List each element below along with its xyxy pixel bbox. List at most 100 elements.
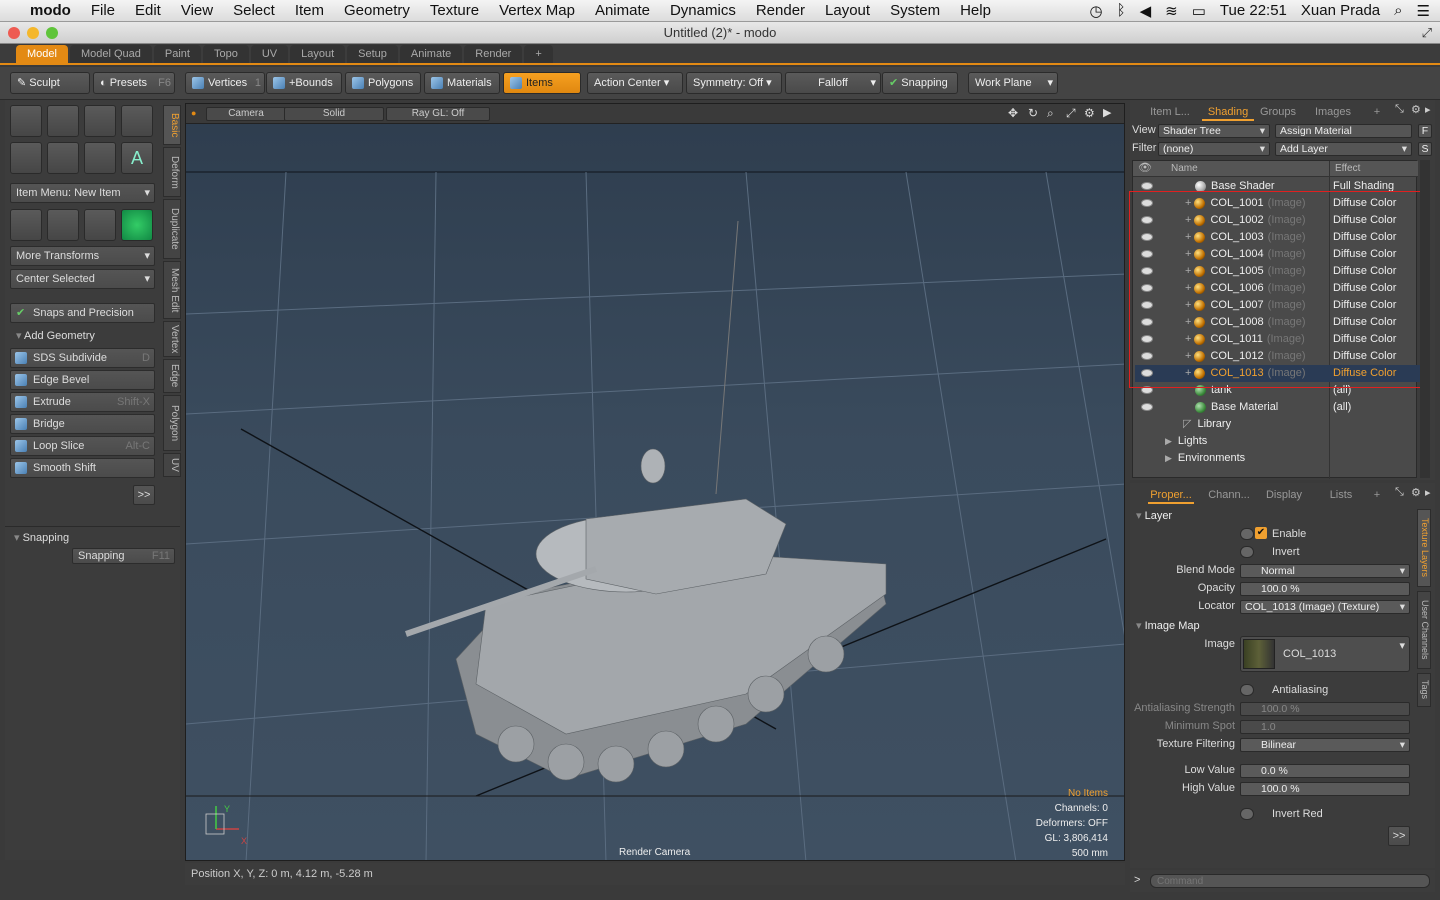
locator-icon[interactable] [10,142,42,174]
tool-edge-bevel[interactable]: Edge Bevel [10,370,155,390]
menu-texture[interactable]: Texture [420,2,489,19]
popout-icon[interactable]: ⤡ [1395,486,1404,499]
antialiasing-toggle[interactable] [1240,684,1254,696]
props-tab-2[interactable]: Display [1262,486,1306,504]
materials-button[interactable]: Materials [424,72,500,94]
more-tools-button[interactable]: >> [133,485,155,505]
layer-section[interactable]: ▾ Layer [1136,509,1172,522]
menubar-user[interactable]: Xuan Prada [1301,2,1380,19]
locator-dropdown[interactable]: COL_1013 (Image) (Texture) [1240,600,1410,614]
min-spot-field[interactable]: 1.0 [1240,720,1410,734]
invert-red-toggle[interactable] [1240,808,1254,820]
shader-row[interactable]: ▶ Environments [1135,450,1420,467]
side-tab-texture-layers[interactable]: Texture Layers [1417,509,1431,587]
vtab-deform[interactable]: Deform [163,147,181,197]
shading-dropdown[interactable]: Solid [284,107,384,121]
props-tab-3[interactable]: Lists [1318,486,1364,504]
transform-icon[interactable] [10,209,42,241]
snapping-toggle-button[interactable]: Snapping F11 [72,548,175,564]
menu-render[interactable]: Render [746,2,815,19]
vtab-polygon[interactable]: Polygon [163,395,181,451]
cone-primitive-icon[interactable] [121,105,153,137]
rotate-icon[interactable]: ↻ [1028,106,1038,120]
shader-tab-0[interactable]: Item L... [1150,103,1190,121]
close-button[interactable] [8,27,20,39]
tab-layout[interactable]: Layout [290,45,346,63]
filter-dropdown[interactable]: (none) [1158,142,1270,156]
invert-toggle[interactable] [1240,546,1254,558]
globe-icon[interactable] [121,209,153,241]
shader-tab-1[interactable]: Shading [1202,103,1254,121]
menu-item[interactable]: Item [285,2,334,19]
polygons-button[interactable]: Polygons [345,72,421,94]
tab-model[interactable]: Model [16,45,68,63]
more-transforms-dropdown[interactable]: More Transforms [10,246,155,266]
assign-shortcut[interactable]: F [1418,124,1432,138]
snapping-header[interactable]: ▾ Snapping [10,530,175,546]
props-tab-0[interactable]: Proper... [1148,486,1194,504]
tab-render[interactable]: Render [464,45,523,63]
tree-scrollbar[interactable] [1420,160,1430,478]
command-input[interactable] [1150,874,1430,888]
menu-app[interactable]: modo [20,2,81,19]
shader-row[interactable]: ◸ Library [1135,416,1420,433]
spotlight-icon[interactable]: ⌕ [1394,2,1402,19]
sphere-primitive-icon[interactable] [47,105,79,137]
expand-arrow-icon[interactable]: ▶ [1165,436,1172,446]
more-props-button[interactable]: >> [1388,826,1410,846]
tab-animate[interactable]: Animate [399,45,463,63]
cube-primitive-icon[interactable] [10,105,42,137]
tab-topo[interactable]: Topo [202,45,249,63]
camera-dropdown[interactable]: Camera [206,107,286,121]
blend-mode-dropdown[interactable]: Normal [1240,564,1410,578]
cylinder-primitive-icon[interactable] [84,105,116,137]
enable-toggle[interactable] [1240,528,1254,540]
minimize-button[interactable] [27,27,39,39]
tab-paint[interactable]: Paint [153,45,201,63]
play-icon[interactable]: ▸ [1425,103,1431,116]
side-tab-user-channels[interactable]: User Channels [1417,591,1431,669]
vertices-button[interactable]: Vertices 1 [185,72,265,94]
view-dropdown[interactable]: Shader Tree [1158,124,1270,138]
vtab-mesh-edit[interactable]: Mesh Edit [163,261,181,319]
work-plane-dropdown[interactable]: Work Plane ▾ [968,72,1058,94]
side-tab-tags[interactable]: Tags [1417,673,1431,707]
tab-add[interactable]: + [524,45,553,63]
play-icon[interactable]: ▶ [1103,106,1111,119]
assign-material-button[interactable]: Assign Material [1275,124,1412,138]
vtab-edge[interactable]: Edge [163,359,181,393]
maximize-icon[interactable]: ⤢ [1066,106,1076,121]
3d-viewport[interactable]: ● Camera Solid Ray GL: Off ✥ ↻ ⌕ ⤢ ⚙ ▶ Y… [185,103,1125,861]
volume-icon[interactable]: ◀ [1140,2,1152,20]
item-menu-dropdown[interactable]: Item Menu: New Item [10,183,155,203]
props-tab-4[interactable]: + [1370,486,1384,504]
zoom-icon[interactable]: ⌕ [1047,106,1054,121]
add-layer-shortcut[interactable]: S [1418,142,1432,156]
bluetooth-icon[interactable]: ᛒ [1117,2,1126,19]
sculpt-button[interactable]: ✎ Sculpt [10,72,90,94]
raygl-dropdown[interactable]: Ray GL: Off [386,107,490,121]
tool-smooth-shift[interactable]: Smooth Shift [10,458,155,478]
menu-select[interactable]: Select [223,2,285,19]
snaps-precision-button[interactable]: ✔ Snaps and Precision [10,303,155,323]
add-geometry-header[interactable]: ▾ Add Geometry [10,327,155,345]
tab-setup[interactable]: Setup [347,45,398,63]
battery-icon[interactable]: ▭ [1192,2,1206,20]
tab-uv[interactable]: UV [250,45,289,63]
shader-tab-3[interactable]: Images [1308,103,1358,121]
vtab-basic[interactable]: Basic [163,105,181,145]
menubar-clock[interactable]: Tue 22:51 [1220,2,1287,19]
action-center-dropdown[interactable]: Action Center ▾ [587,72,683,94]
checkbox-checked-icon[interactable]: ✔ [1255,527,1267,539]
snapping-button[interactable]: ✔ Snapping [882,72,958,94]
gear-icon[interactable]: ⚙ [1411,486,1421,499]
visibility-eye-icon[interactable] [1141,182,1153,190]
zoom-button[interactable] [46,27,58,39]
image-map-section[interactable]: ▾ Image Map [1136,619,1200,632]
notification-center-icon[interactable]: ☰ [1417,2,1430,20]
shader-row[interactable]: ▶ Lights [1135,433,1420,450]
menu-layout[interactable]: Layout [815,2,880,19]
tab-model-quad[interactable]: Model Quad [69,45,152,63]
tool-loop-slice[interactable]: Loop Slice Alt-C [10,436,155,456]
time-machine-icon[interactable]: ◷ [1089,2,1102,20]
